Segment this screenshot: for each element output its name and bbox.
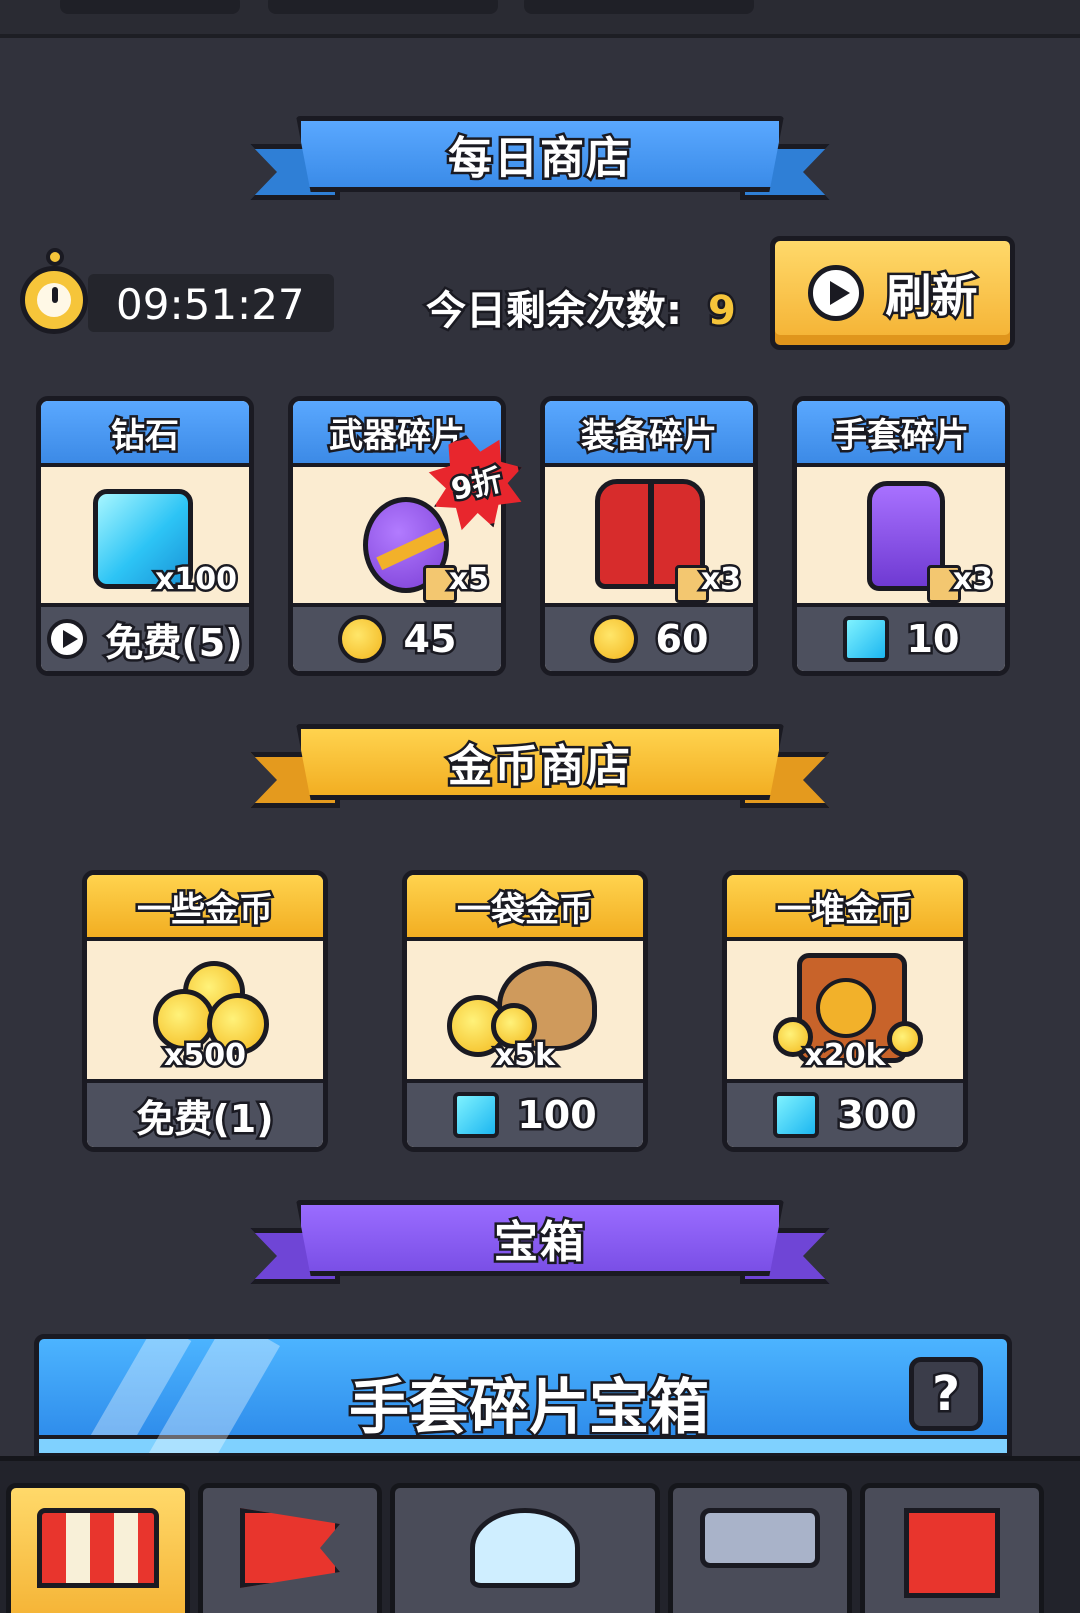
gem-icon (842, 616, 889, 662)
item-price: 45 (401, 615, 459, 664)
item-price: 60 (653, 615, 711, 664)
item-price-bar: 100 (407, 1079, 643, 1147)
gold-item-pile-of-coins[interactable]: 一堆金币 x20k 300 (722, 870, 968, 1152)
item-price-bar: 10 (797, 603, 1005, 671)
item-price-bar: 300 (727, 1079, 963, 1147)
stopwatch-knob (46, 248, 64, 266)
section-title: 每日商店 (296, 116, 784, 192)
item-price-bar: 免费(5) (41, 603, 249, 671)
item-quantity: x100 (153, 560, 240, 600)
item-quantity: x5k (492, 1036, 557, 1076)
item-title: 一堆金币 (727, 875, 963, 941)
item-title: 钻石 (41, 401, 249, 467)
item-price-bar: 免费(1) (87, 1079, 323, 1147)
remaining-refreshes: 今日剩余次数: 9 (424, 278, 739, 337)
item-title: 手套碎片 (797, 401, 1005, 467)
resource-pill (524, 0, 754, 14)
timer-box: 09:51:27 (88, 274, 334, 332)
section-title: 宝箱 (296, 1200, 784, 1276)
refresh-label: 刷新 (883, 267, 980, 326)
item-price: 100 (515, 1091, 599, 1140)
bottom-nav (0, 1456, 1080, 1613)
section-title: 金币商店 (296, 724, 784, 800)
top-resource-bar (0, 0, 1080, 38)
gold-item-some-coins[interactable]: 一些金币 x500 免费(1) (82, 870, 328, 1152)
item-price: 免费(1) (134, 1094, 276, 1143)
gold-shop-ribbon: 金币商店 (250, 724, 830, 824)
flag-icon (240, 1508, 340, 1588)
timer-text: 09:51:27 (116, 280, 305, 329)
help-button[interactable]: ? (909, 1357, 983, 1431)
item-quantity: x3 (698, 560, 743, 600)
remaining-label: 今日剩余次数: (424, 286, 685, 337)
wings-icon (470, 1508, 580, 1588)
gold-item-bag-of-coins[interactable]: 一袋金币 x5k 100 (402, 870, 648, 1152)
chest-banner-title: 手套碎片宝箱 (347, 1371, 712, 1446)
chest-ribbon: 宝箱 (250, 1200, 830, 1300)
tab-shop[interactable] (6, 1483, 190, 1613)
item-quantity: x20k (802, 1036, 888, 1076)
item-title: 一袋金币 (407, 875, 643, 941)
tab-ranking[interactable] (860, 1483, 1044, 1613)
daily-item-weapon-shard[interactable]: 武器碎片 x5 45 (288, 396, 506, 676)
item-price: 300 (835, 1091, 919, 1140)
play-icon (807, 265, 864, 321)
item-price: 10 (904, 615, 962, 664)
banner-icon (904, 1508, 1000, 1598)
item-quantity: x5 (446, 560, 491, 600)
gem-icon (453, 1092, 500, 1138)
daily-item-equipment-shard[interactable]: 装备碎片 x3 60 (540, 396, 758, 676)
gun-icon (700, 1508, 820, 1568)
item-price-bar: 45 (293, 603, 501, 671)
item-price-bar: 60 (545, 603, 753, 671)
item-quantity: x500 (162, 1036, 249, 1076)
item-price: 免费(5) (103, 618, 245, 667)
watch-ad-icon (47, 619, 88, 659)
tab-weapons[interactable] (668, 1483, 852, 1613)
gem-icon (773, 1092, 820, 1138)
stopwatch-icon (20, 266, 88, 334)
resource-pill (60, 0, 240, 14)
daily-item-diamond[interactable]: 钻石 x100 免费(5) (36, 396, 254, 676)
daily-item-glove-shard[interactable]: 手套碎片 x3 10 (792, 396, 1010, 676)
tab-home[interactable] (390, 1483, 660, 1613)
item-title: 装备碎片 (545, 401, 753, 467)
remaining-count: 9 (706, 286, 739, 337)
coin-icon (337, 615, 386, 663)
coin-icon (589, 615, 638, 663)
glove-shard-chest-banner[interactable]: 手套碎片宝箱 ? (34, 1334, 1012, 1458)
tab-battle[interactable] (198, 1483, 382, 1613)
daily-shop-ribbon: 每日商店 (250, 116, 830, 216)
shop-icon (37, 1508, 159, 1588)
refresh-timer: 09:51:27 (18, 246, 334, 338)
item-title: 一些金币 (87, 875, 323, 941)
refresh-button[interactable]: 刷新 (770, 236, 1015, 350)
resource-pill (268, 0, 498, 14)
item-quantity: x3 (950, 560, 995, 600)
